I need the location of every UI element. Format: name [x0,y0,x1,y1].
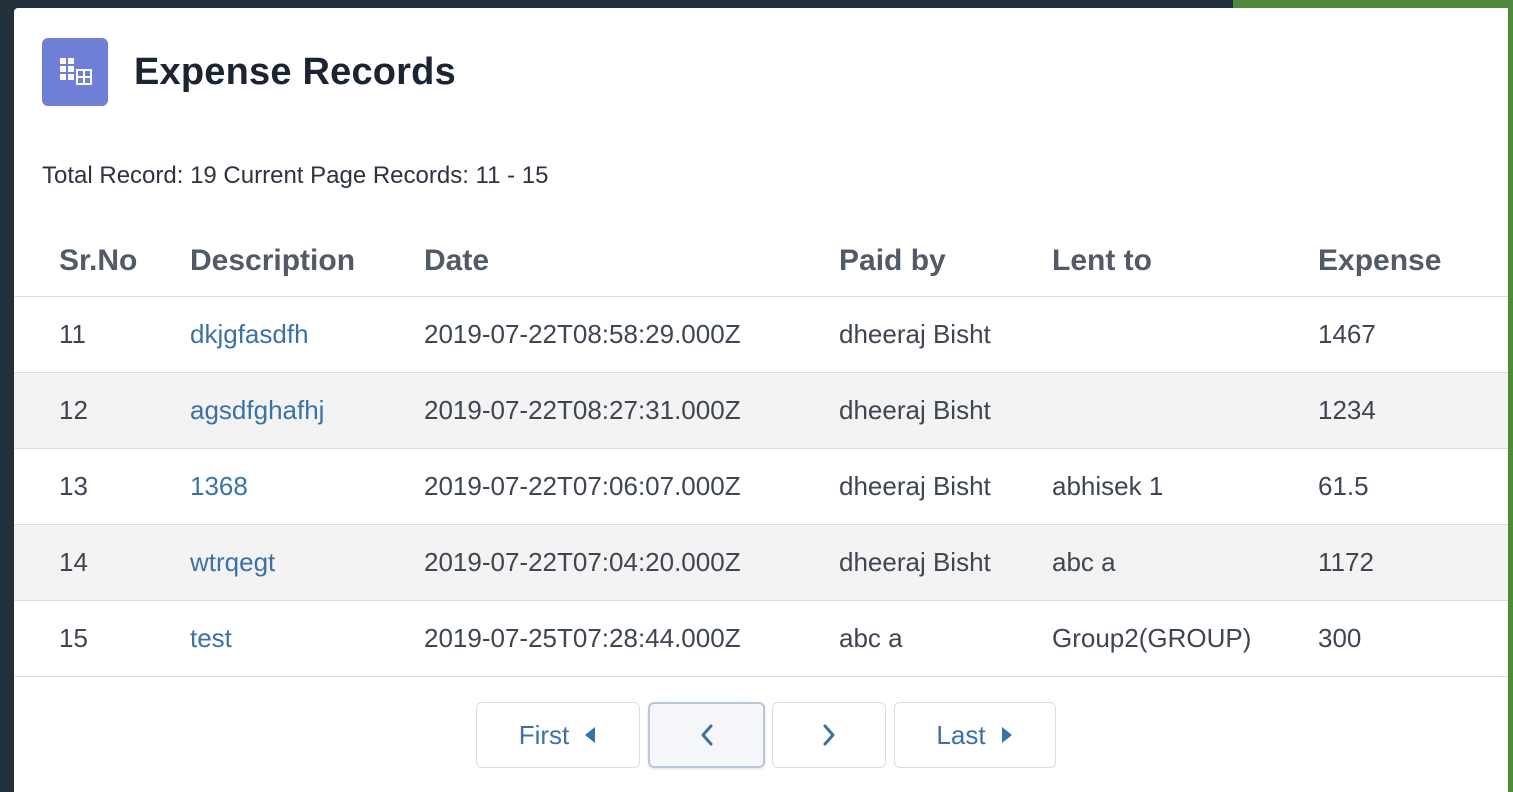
cell-expense: 61.5 [1318,448,1508,525]
table-header-row: Sr.No Description Date Paid by Lent to E… [14,226,1508,297]
chevron-right-icon [821,723,837,747]
expense-records-card: Expense Records Total Record: 19 Current… [14,8,1508,792]
table-row: 11 dkjgfasdfh 2019-07-22T08:58:29.000Z d… [14,296,1508,373]
cell-description: test [190,600,424,677]
column-header-description: Description [190,226,424,297]
caret-right-icon [1000,726,1014,744]
first-page-label: First [518,719,570,750]
previous-page-button[interactable] [648,702,765,768]
cell-paid-by: dheeraj Bisht [839,296,1052,373]
table-row: 12 agsdfghafhj 2019-07-22T08:27:31.000Z … [14,372,1508,449]
cell-date: 2019-07-22T07:04:20.000Z [424,524,839,601]
cell-srno: 12 [14,372,190,449]
cell-lent-to [1052,372,1318,449]
last-page-label: Last [936,719,986,750]
table-row: 14 wtrqegt 2019-07-22T07:04:20.000Z dhee… [14,524,1508,601]
cell-date: 2019-07-25T07:28:44.000Z [424,600,839,677]
card-header: Expense Records [42,38,456,106]
cell-lent-to: abhisek 1 [1052,448,1318,525]
cell-date: 2019-07-22T07:06:07.000Z [424,448,839,525]
cell-expense: 1172 [1318,524,1508,601]
right-accent-bar [1508,0,1513,792]
cell-date: 2019-07-22T08:27:31.000Z [424,372,839,449]
cell-srno: 13 [14,448,190,525]
description-link[interactable]: agsdfghafhj [190,395,324,425]
last-page-button[interactable]: Last [894,702,1056,768]
description-link[interactable]: 1368 [190,471,248,501]
table-row: 15 test 2019-07-25T07:28:44.000Z abc a G… [14,600,1508,677]
caret-left-icon [583,726,597,744]
column-header-expense: Expense [1318,226,1508,297]
record-summary: Total Record: 19 Current Page Records: 1… [42,162,549,189]
cell-description: dkjgfasdfh [190,296,424,373]
cell-srno: 15 [14,600,190,677]
cell-description: agsdfghafhj [190,372,424,449]
description-link[interactable]: wtrqegt [190,547,275,577]
top-accent-bar [1233,0,1513,8]
cell-expense: 1234 [1318,372,1508,449]
cell-paid-by: dheeraj Bisht [839,372,1052,449]
cell-description: 1368 [190,448,424,525]
first-page-button[interactable]: First [476,702,640,768]
cell-srno: 14 [14,524,190,601]
description-link[interactable]: test [190,623,232,653]
cell-paid-by: dheeraj Bisht [839,524,1052,601]
cell-expense: 1467 [1318,296,1508,373]
expense-table: Sr.No Description Date Paid by Lent to E… [14,226,1508,677]
cell-paid-by: dheeraj Bisht [839,448,1052,525]
column-header-srno: Sr.No [14,226,190,297]
column-header-paid-by: Paid by [839,226,1052,297]
cell-lent-to [1052,296,1318,373]
next-page-button[interactable] [772,702,886,768]
description-link[interactable]: dkjgfasdfh [190,319,309,349]
chevron-left-icon [699,723,715,747]
cell-lent-to: abc a [1052,524,1318,601]
table-icon [42,38,108,106]
cell-lent-to: Group2(GROUP) [1052,600,1318,677]
table-row: 13 1368 2019-07-22T07:06:07.000Z dheeraj… [14,448,1508,525]
cell-srno: 11 [14,296,190,373]
cell-date: 2019-07-22T08:58:29.000Z [424,296,839,373]
column-header-lent-to: Lent to [1052,226,1318,297]
cell-paid-by: abc a [839,600,1052,677]
cell-expense: 300 [1318,600,1508,677]
page-title: Expense Records [134,50,456,93]
column-header-date: Date [424,226,839,297]
cell-description: wtrqegt [190,524,424,601]
